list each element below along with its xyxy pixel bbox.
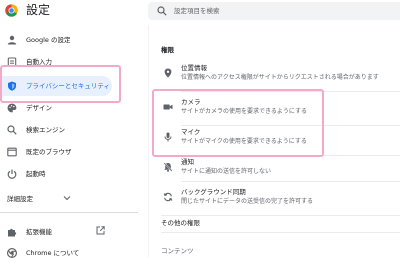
shield-icon	[8, 81, 16, 91]
sidebar-item-label: 拡張機能	[26, 228, 52, 236]
sidebar-item-label: Chrome について	[26, 249, 80, 257]
permission-background-sync[interactable]: バックグラウンド同期 閉じたサイトにデータの送受信の完了を許可する	[149, 181, 400, 215]
permission-title: カメラ	[181, 98, 201, 106]
sidebar-item-privacy-security[interactable]: プライバシーとセキュリティ	[0, 76, 112, 96]
permission-title: 位置情報	[181, 64, 207, 72]
sidebar-item-label: Google の設定	[26, 36, 71, 44]
permission-title: バックグラウンド同期	[181, 188, 246, 196]
open-in-new-icon	[96, 226, 105, 235]
contents-header: コンテンツ	[161, 247, 194, 255]
sidebar-item-label: 検索エンジン	[26, 126, 65, 134]
row-divider	[161, 232, 400, 233]
puzzle-icon	[8, 228, 17, 237]
sidebar-item-autofill[interactable]: 自動入力	[0, 52, 138, 72]
search-icon	[157, 6, 167, 16]
sync-icon	[163, 192, 173, 202]
clipboard-icon	[7, 57, 17, 67]
advanced-label: 詳細設定	[7, 195, 33, 203]
advanced-toggle[interactable]: 詳細設定	[7, 193, 77, 205]
browser-icon	[7, 147, 17, 157]
page-title: 設定	[26, 3, 51, 17]
search-icon	[7, 125, 17, 135]
permission-subtitle: 閉じたサイトにデータの送受信の完了を許可する	[181, 198, 314, 205]
camera-icon	[163, 104, 173, 110]
person-icon	[7, 35, 17, 45]
chevron-down-icon	[63, 196, 71, 201]
sidebar-item-label: プライバシーとセキュリティ	[26, 82, 110, 90]
row-divider	[161, 215, 400, 216]
bell-icon	[163, 162, 173, 172]
sidebar-divider	[0, 212, 138, 213]
chrome-logo-icon	[5, 4, 18, 17]
top-bar: 設定	[0, 0, 400, 25]
main-content: 権限 位置情報 位置情報へのアクセス権限がサイトからリクエストされる場合がありま…	[148, 25, 400, 257]
sidebar-item-default-browser[interactable]: 既定のブラウザ	[0, 142, 138, 162]
power-icon	[7, 169, 17, 179]
permissions-header: 権限	[161, 46, 174, 54]
search-box[interactable]	[148, 2, 400, 20]
microphone-icon	[164, 132, 172, 142]
permission-camera[interactable]: カメラ サイトがカメラの使用を要求できるようにする	[149, 91, 400, 125]
sidebar-item-google-settings[interactable]: Google の設定	[0, 30, 138, 50]
location-pin-icon	[164, 68, 172, 78]
sidebar-item-label: 自動入力	[26, 58, 52, 66]
permission-notifications[interactable]: 通知 サイトに通知の送信を許可しない	[149, 151, 400, 185]
permission-microphone[interactable]: マイク サイトがマイクの使用を要求できるようにする	[149, 121, 400, 155]
sidebar-item-on-startup[interactable]: 起動時	[0, 164, 138, 184]
sidebar-item-extensions[interactable]: 拡張機能	[0, 222, 138, 242]
permission-subtitle: サイトがマイクの使用を要求できるようにする	[181, 138, 307, 145]
permission-title: マイク	[181, 128, 201, 136]
sidebar: Google の設定 自動入力 プライバシーとセキュリティ デザイン 検索エンジ…	[0, 25, 138, 258]
sidebar-item-label: 起動時	[26, 170, 46, 178]
sidebar-item-appearance[interactable]: デザイン	[0, 98, 138, 118]
palette-icon	[7, 103, 17, 113]
permission-subtitle: サイトがカメラの使用を要求できるようにする	[181, 108, 307, 115]
other-permissions-link[interactable]: その他の権限	[161, 217, 200, 227]
search-input[interactable]	[174, 3, 374, 19]
sidebar-item-search-engine[interactable]: 検索エンジン	[0, 120, 138, 140]
permission-subtitle: 位置情報へのアクセス権限がサイトからリクエストされる場合があります	[181, 74, 379, 81]
permission-title: 通知	[181, 158, 194, 166]
sidebar-item-label: 既定のブラウザ	[26, 148, 72, 156]
permission-location[interactable]: 位置情報 位置情報へのアクセス権限がサイトからリクエストされる場合があります	[149, 57, 400, 91]
sidebar-item-label: デザイン	[26, 104, 52, 112]
sidebar-item-about-chrome[interactable]: Chrome について	[0, 243, 138, 263]
permission-subtitle: サイトに通知の送信を許可しない	[181, 168, 272, 175]
